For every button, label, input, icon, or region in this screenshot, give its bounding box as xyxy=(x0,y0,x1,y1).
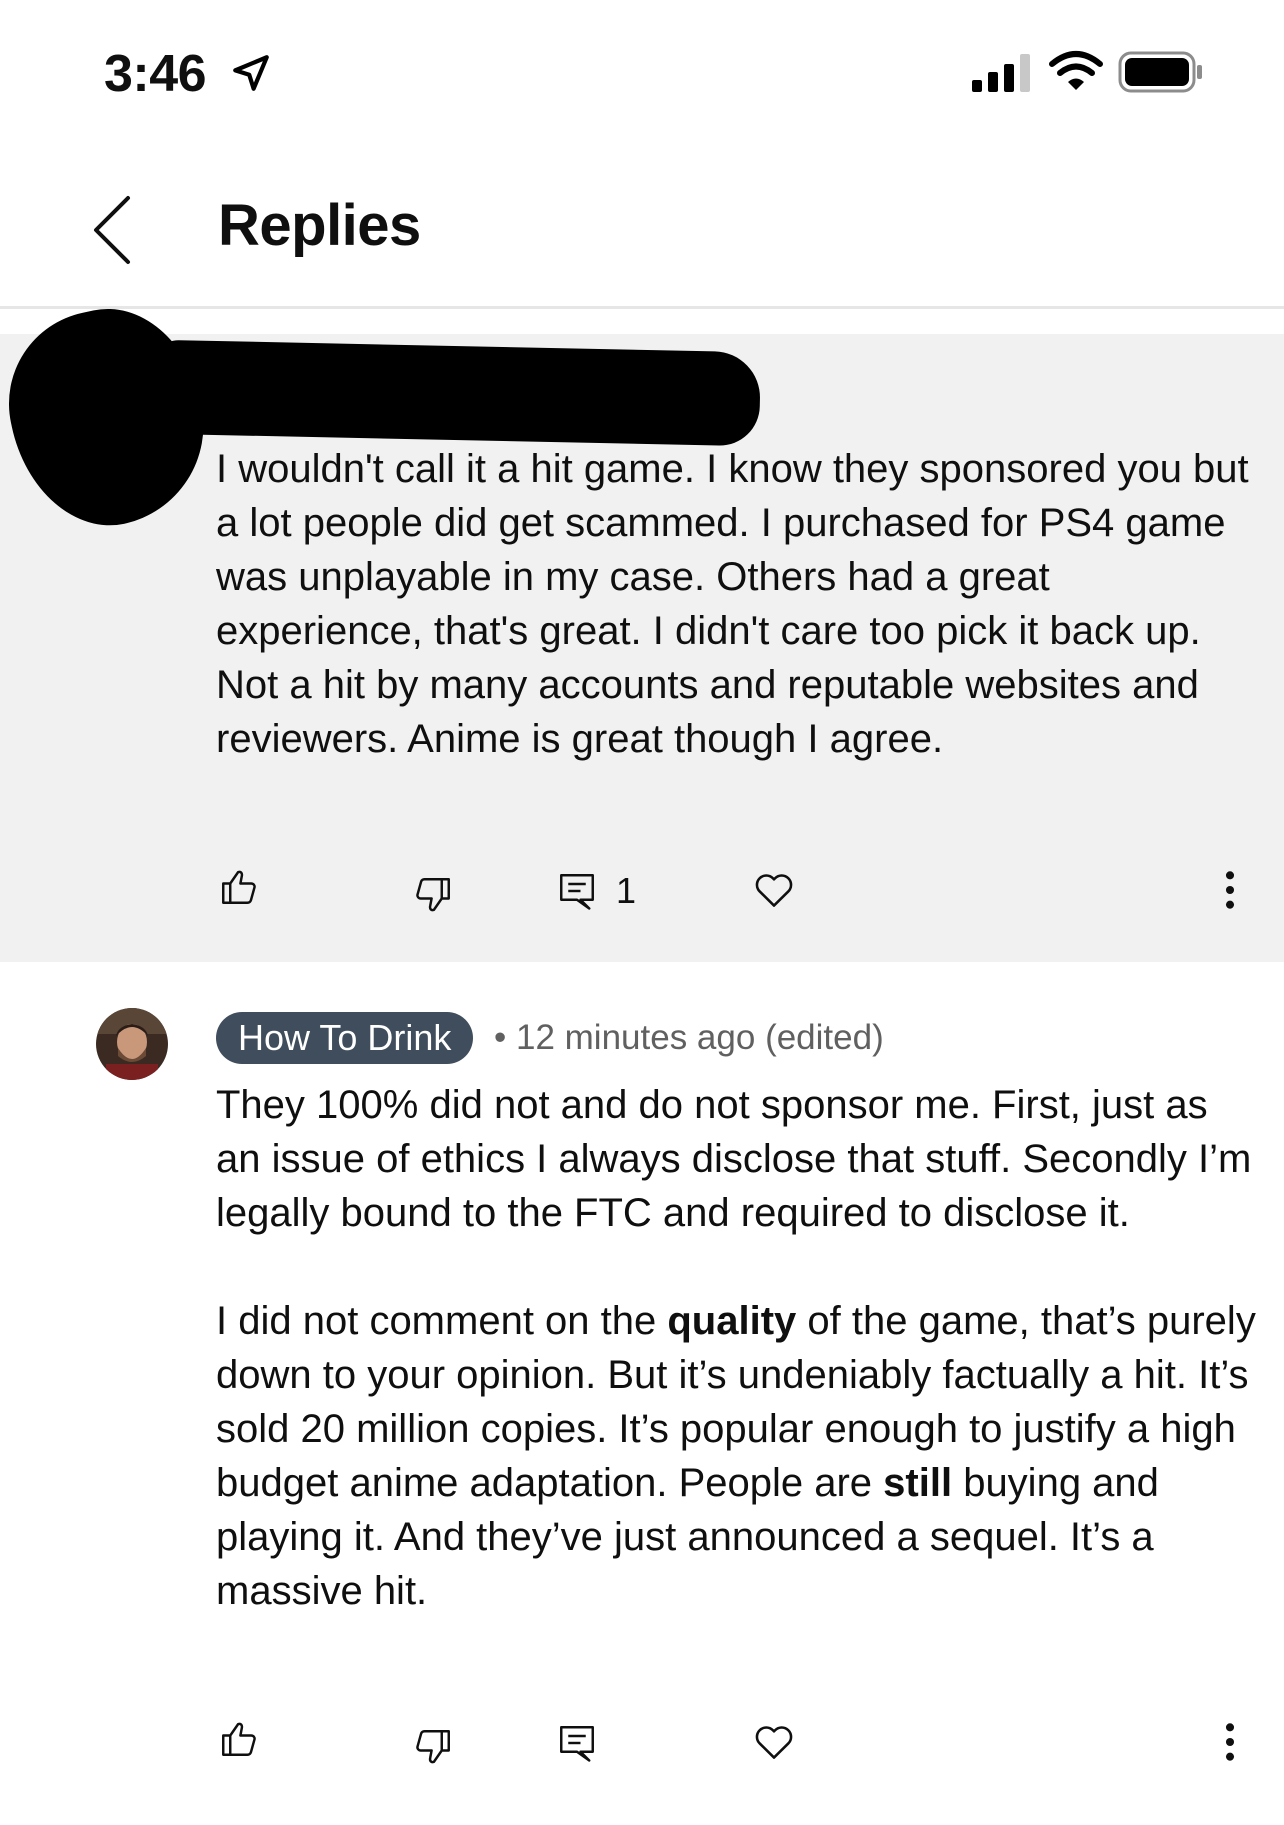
bold-text-run: quality xyxy=(667,1299,797,1343)
reply-meta: • 12 minutes ago (edited) xyxy=(494,1016,884,1060)
dislike-button[interactable] xyxy=(412,874,454,916)
battery-icon xyxy=(1118,51,1202,93)
cellular-signal-icon xyxy=(972,54,1030,92)
text-run: I did not comment on the xyxy=(216,1299,668,1343)
heart-button[interactable] xyxy=(752,868,796,912)
back-button[interactable] xyxy=(80,190,160,270)
dislike-button[interactable] xyxy=(412,1726,454,1768)
header-divider xyxy=(0,306,1284,309)
like-button[interactable] xyxy=(218,1718,260,1760)
meta-separator: • xyxy=(494,1018,507,1057)
parent-comment-text: I wouldn't call it a hit game. I know th… xyxy=(216,442,1256,766)
author-name-chip[interactable]: How To Drink xyxy=(216,1012,474,1064)
reply-comment-button[interactable] xyxy=(556,870,598,912)
edited-label: (edited) xyxy=(765,1018,884,1057)
location-arrow-icon xyxy=(233,55,269,91)
reply-paragraph-1: They 100% did not and do not sponsor me.… xyxy=(216,1083,1252,1235)
reply-timestamp: 12 minutes ago xyxy=(516,1018,756,1057)
wifi-icon xyxy=(1049,51,1103,90)
more-options-icon[interactable] xyxy=(1210,1720,1250,1764)
heart-button[interactable] xyxy=(752,1720,796,1764)
bold-text-run: still xyxy=(883,1461,953,1505)
reply-paragraph-2: I did not comment on the quality of the … xyxy=(216,1294,1256,1618)
status-time: 3:46 xyxy=(104,45,207,103)
redacted-username xyxy=(149,339,761,447)
parent-comment-body: I wouldn't call it a hit game. I know th… xyxy=(216,447,1249,761)
like-button[interactable] xyxy=(218,866,260,908)
page-title: Replies xyxy=(218,193,421,258)
paragraph-spacer xyxy=(216,1240,1256,1294)
reply-count: 1 xyxy=(616,870,637,911)
reply-text: They 100% did not and do not sponsor me.… xyxy=(216,1078,1256,1618)
more-options-icon[interactable] xyxy=(1210,868,1250,912)
reply-comment-button[interactable] xyxy=(556,1722,598,1764)
avatar[interactable] xyxy=(96,1008,168,1080)
